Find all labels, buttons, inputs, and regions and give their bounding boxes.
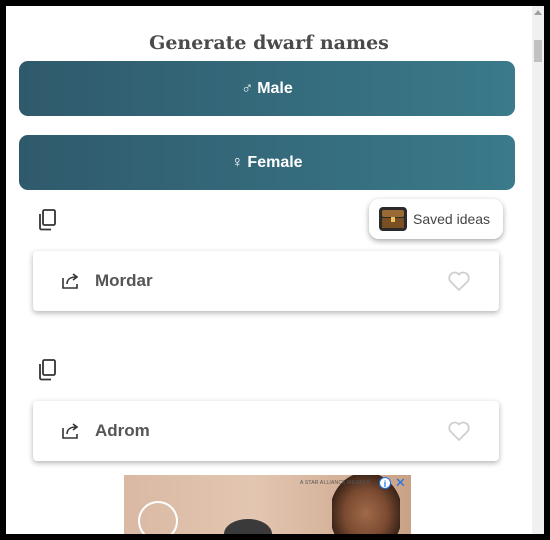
heart-icon[interactable]: [447, 420, 471, 442]
page-title: Generate dwarf names: [149, 32, 389, 54]
ad-info-icon[interactable]: i: [379, 477, 391, 489]
male-symbol-icon: ♂: [241, 79, 254, 97]
advertisement-banner[interactable]: A STAR ALLIANCE MEMBER i ✕: [124, 475, 411, 534]
female-button-label: Female: [247, 153, 303, 171]
copy-icon[interactable]: [36, 208, 60, 232]
scrollbar-thumb[interactable]: [534, 40, 542, 62]
generated-name: Mordar: [95, 271, 153, 290]
saved-ideas-label: Saved ideas: [413, 211, 491, 227]
airline-logo-icon: [138, 501, 178, 534]
female-button[interactable]: ♀ Female: [19, 135, 515, 190]
copy-icon[interactable]: [36, 358, 60, 382]
vertical-scrollbar[interactable]: [532, 6, 544, 534]
male-button-label: Male: [257, 79, 293, 97]
treasure-chest-icon: [379, 207, 407, 231]
ad-close-icon[interactable]: ✕: [394, 476, 407, 489]
share-icon[interactable]: [61, 422, 81, 440]
name-card: Mordar: [33, 251, 499, 311]
name-card: Adrom: [33, 401, 499, 461]
heart-icon[interactable]: [447, 270, 471, 292]
ad-caption: A STAR ALLIANCE MEMBER: [300, 480, 371, 486]
saved-ideas-button[interactable]: Saved ideas: [369, 199, 503, 239]
female-symbol-icon: ♀: [231, 153, 244, 171]
generated-name: Adrom: [95, 421, 150, 440]
scroll-up-arrow-icon[interactable]: [534, 10, 542, 15]
ad-image-cup: [224, 519, 272, 534]
share-icon[interactable]: [61, 272, 81, 290]
app-frame: Generate dwarf names ♂ Male ♀ Female Sav…: [6, 6, 544, 534]
male-button[interactable]: ♂ Male: [19, 61, 515, 116]
